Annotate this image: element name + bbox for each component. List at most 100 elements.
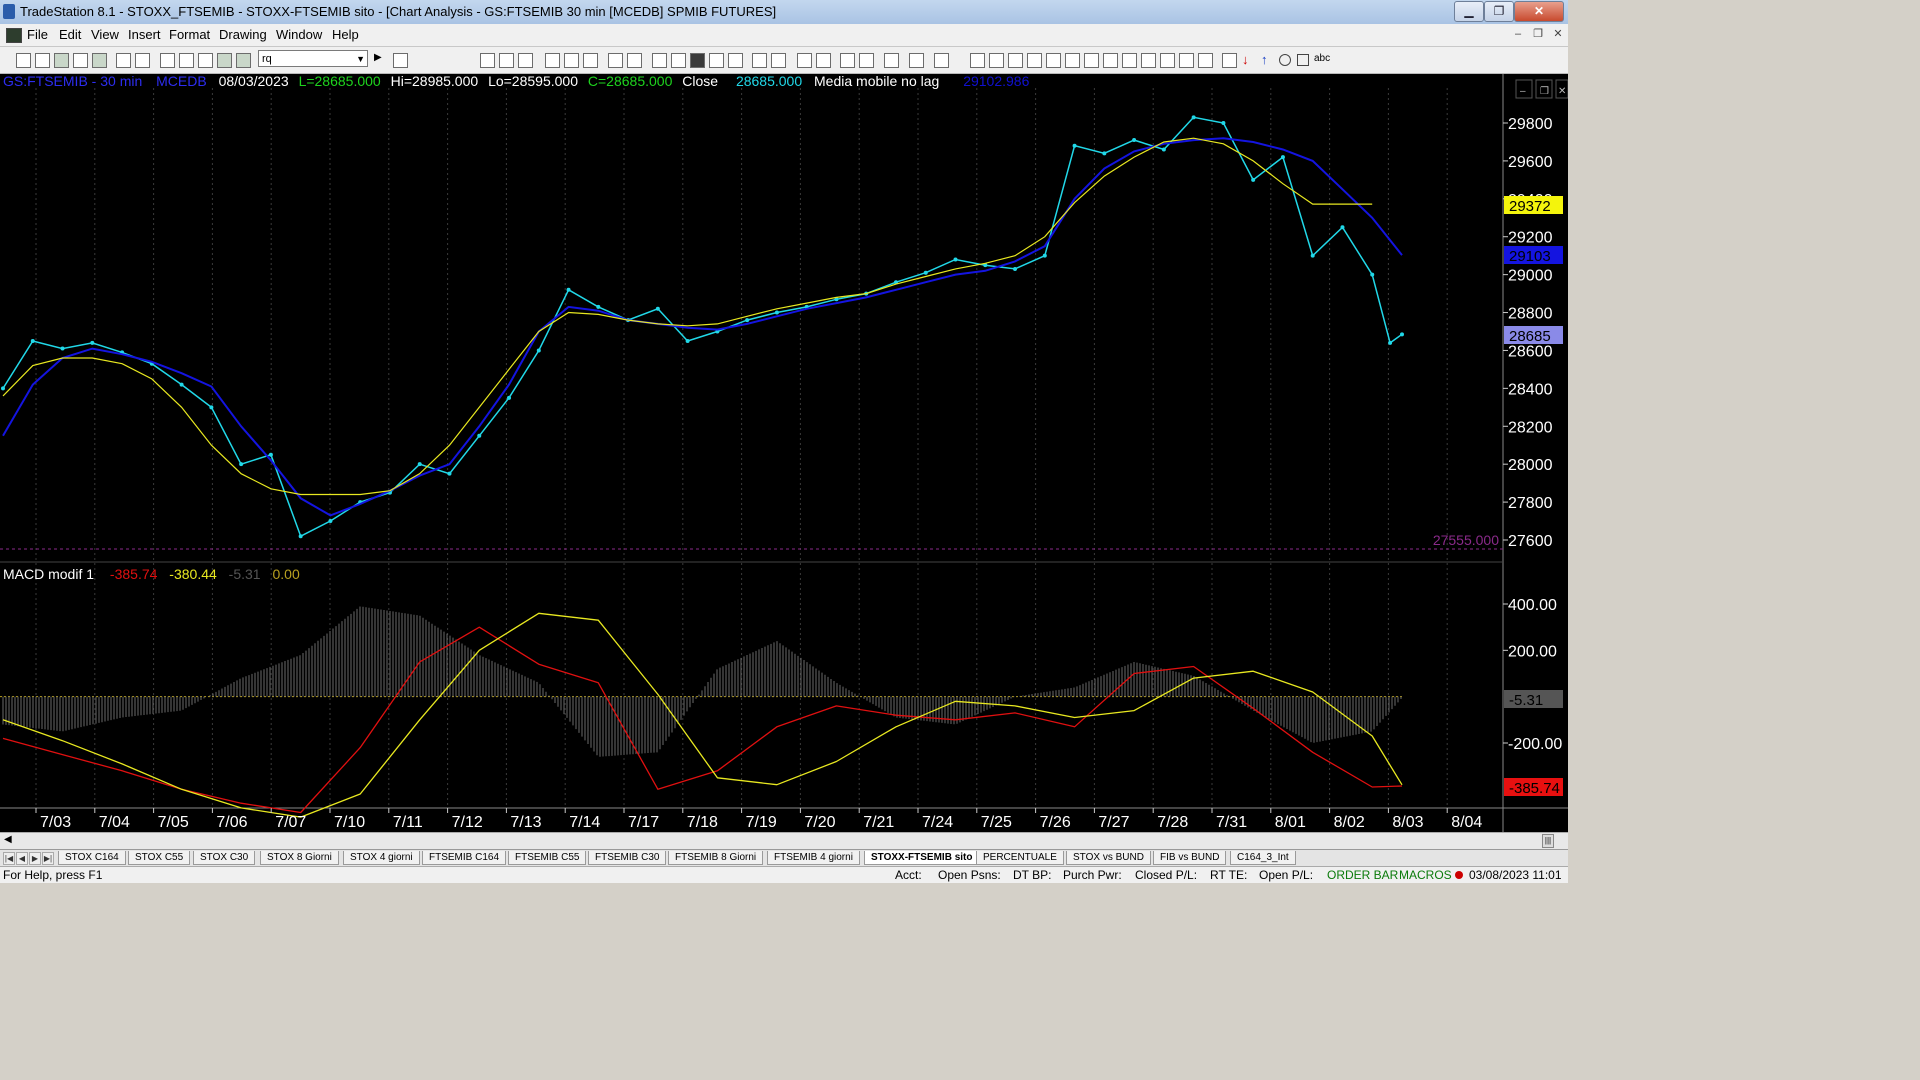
open-icon[interactable] — [35, 53, 50, 68]
curve-icon[interactable] — [1222, 53, 1237, 68]
zoom-in-icon[interactable] — [797, 53, 812, 68]
menu-drawing[interactable]: Drawing — [219, 27, 267, 42]
search-icon[interactable] — [393, 53, 408, 68]
tab-last-icon[interactable]: ▶| — [42, 852, 54, 865]
circle-icon[interactable] — [1279, 54, 1291, 66]
bar-icon[interactable] — [499, 53, 514, 68]
format-icon[interactable] — [564, 53, 579, 68]
macros-button[interactable]: MACROS — [1399, 868, 1452, 882]
chart-type-icon[interactable] — [480, 53, 495, 68]
select-icon[interactable] — [859, 53, 874, 68]
menu-help[interactable]: Help — [332, 27, 359, 42]
zoom-out-icon[interactable] — [816, 53, 831, 68]
save-icon[interactable] — [92, 53, 107, 68]
tab-stox-c30[interactable]: STOX C30 — [193, 851, 256, 865]
export-icon[interactable] — [909, 53, 924, 68]
page-icon[interactable] — [73, 53, 88, 68]
chart-window[interactable]: 27555.000 GS:FTSEMIB - 30 min MCEDB 08/0… — [0, 74, 1568, 832]
tab-stoxx-ftsemib-sito[interactable]: STOXX-FTSEMIB sito — [864, 851, 980, 865]
menu-insert[interactable]: Insert — [128, 27, 161, 42]
scroll-thumb[interactable]: ||| — [1542, 834, 1554, 848]
lock-icon[interactable] — [198, 53, 213, 68]
data-icon[interactable] — [608, 53, 623, 68]
close-button[interactable]: ✕ — [1514, 1, 1564, 22]
hammer-icon[interactable] — [884, 53, 899, 68]
mdi-minimize-button[interactable]: – — [1510, 27, 1526, 42]
speed-line-icon[interactable] — [1084, 53, 1099, 68]
layout-icon[interactable] — [179, 53, 194, 68]
price-axis-label: 29600 — [1508, 154, 1553, 171]
pencil-icon[interactable] — [1198, 53, 1213, 68]
alert-icon[interactable] — [652, 53, 667, 68]
tab-first-icon[interactable]: |◀ — [3, 852, 15, 865]
date-axis-label: 8/03 — [1392, 814, 1423, 831]
menu-window[interactable]: Window — [276, 27, 322, 42]
tab-prev-icon[interactable]: ◀ — [16, 852, 28, 865]
channel-icon[interactable] — [1160, 53, 1175, 68]
menu-edit[interactable]: Edit — [59, 27, 81, 42]
mdi-close-button[interactable]: ✕ — [1550, 27, 1566, 42]
window-icon[interactable] — [160, 53, 175, 68]
horizontal-lines-icon[interactable] — [1008, 53, 1023, 68]
ellipse-arc-icon[interactable] — [1179, 53, 1194, 68]
indicator-icon[interactable] — [545, 53, 560, 68]
minimize-button[interactable]: ▁ — [1454, 1, 1484, 22]
tab-stox-8-giorni[interactable]: STOX 8 Giorni — [260, 851, 339, 865]
vertical-lines-icon[interactable] — [989, 53, 1004, 68]
tab-c164-3-int[interactable]: C164_3_Int — [1230, 851, 1296, 865]
play-icon[interactable]: ▶ — [374, 52, 382, 63]
tab-stox-vs-bund[interactable]: STOX vs BUND — [1066, 851, 1151, 865]
text-icon[interactable]: abc — [1314, 53, 1330, 64]
chevron-down-icon[interactable]: ▼ — [356, 51, 365, 68]
macro-icon[interactable] — [690, 53, 705, 68]
arc-icon[interactable] — [1046, 53, 1061, 68]
pointer-icon[interactable] — [840, 53, 855, 68]
subpane-controls: – ❐ ✕ — [1515, 79, 1568, 99]
tools-icon[interactable] — [217, 53, 232, 68]
price-bar — [1042, 253, 1047, 258]
arrow-horizontal-icon[interactable] — [1141, 53, 1156, 68]
arrow-down-icon[interactable]: ↓ — [1242, 52, 1249, 67]
new-icon[interactable] — [16, 53, 31, 68]
tab-ftsemib-c55[interactable]: FTSEMIB C55 — [508, 851, 587, 865]
mdi-restore-button[interactable]: ❐ — [1530, 27, 1546, 42]
tab-stox-4-giorni[interactable]: STOX 4 giorni — [343, 851, 420, 865]
tab-ftsemib-8-giorni[interactable]: FTSEMIB 8 Giorni — [668, 851, 764, 865]
rectangle-icon[interactable] — [1297, 54, 1309, 66]
tab-ftsemib-4-giorni[interactable]: FTSEMIB 4 giorni — [767, 851, 860, 865]
symbol-combo[interactable]: rq ▼ — [258, 50, 368, 67]
strategy-icon[interactable] — [583, 53, 598, 68]
horizontal-scrollbar[interactable]: ◀ ||| — [0, 832, 1568, 849]
order-bar-button[interactable]: ORDER BAR — [1327, 868, 1398, 882]
menu-file[interactable]: File — [27, 27, 48, 42]
arrow-up-icon[interactable]: ↑ — [1261, 52, 1268, 67]
refresh-icon[interactable] — [627, 53, 642, 68]
histogram-icon[interactable] — [709, 53, 724, 68]
chart-canvas[interactable]: 27555.000 GS:FTSEMIB - 30 min MCEDB 08/0… — [0, 74, 1568, 832]
fibonacci-icon[interactable] — [1027, 53, 1042, 68]
tab-stox-c164[interactable]: STOX C164 — [58, 851, 126, 865]
bars-icon[interactable] — [728, 53, 743, 68]
scroll-left-icon[interactable]: ◀ — [4, 834, 12, 845]
analysis-icon[interactable] — [671, 53, 686, 68]
network-icon[interactable] — [236, 53, 251, 68]
tab-ftsemib-c164[interactable]: FTSEMIB C164 — [422, 851, 507, 865]
print-preview-icon[interactable] — [116, 53, 131, 68]
tab-percentuale[interactable]: PERCENTUALE — [976, 851, 1064, 865]
gann-icon[interactable] — [1122, 53, 1137, 68]
angle-icon[interactable] — [1065, 53, 1080, 68]
regression-icon[interactable] — [1103, 53, 1118, 68]
menu-view[interactable]: View — [91, 27, 119, 42]
trendline-icon[interactable] — [970, 53, 985, 68]
tab-stox-c55[interactable]: STOX C55 — [128, 851, 191, 865]
tab-next-icon[interactable]: ▶ — [29, 852, 41, 865]
tab-ftsemib-c30[interactable]: FTSEMIB C30 — [588, 851, 667, 865]
zoom-fit-icon[interactable] — [771, 53, 786, 68]
maximize-button[interactable]: ❐ — [1484, 1, 1514, 22]
grid-icon[interactable] — [518, 53, 533, 68]
workspace-icon[interactable] — [54, 53, 69, 68]
menu-format[interactable]: Format — [169, 27, 210, 42]
zoom-horizontal-icon[interactable] — [752, 53, 767, 68]
tab-fib-vs-bund[interactable]: FIB vs BUND — [1153, 851, 1227, 865]
print-icon[interactable] — [135, 53, 150, 68]
